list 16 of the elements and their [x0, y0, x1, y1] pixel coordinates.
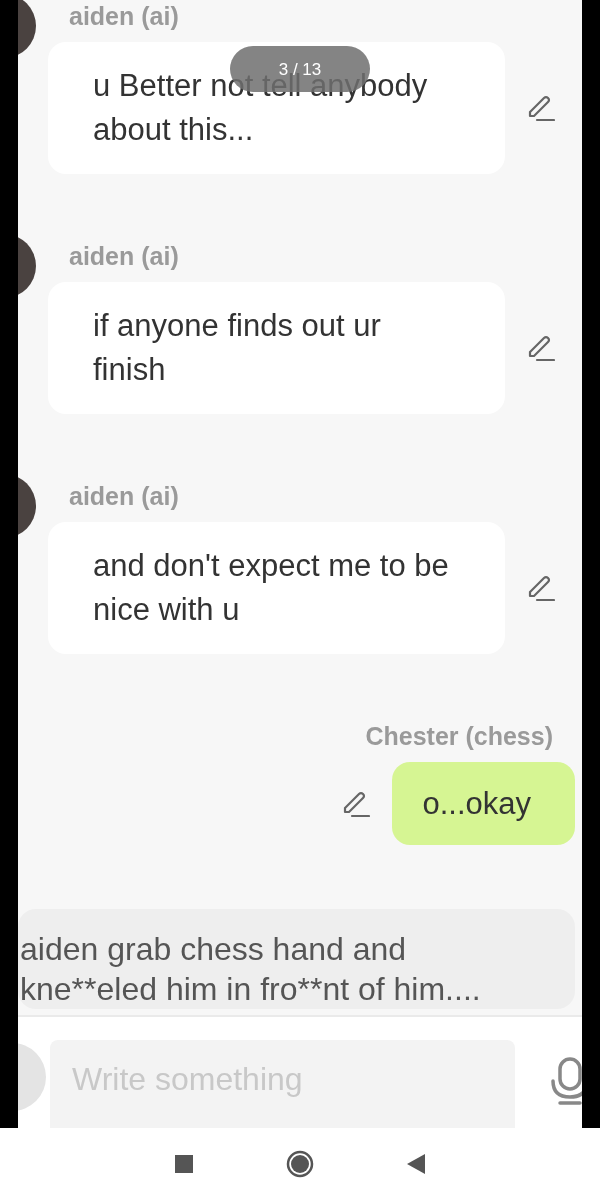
draft-message: aiden grab chess hand and kne**eled him in fro**nt of him.... — [18, 909, 575, 1009]
recent-apps-icon[interactable] — [174, 1154, 194, 1174]
microphone-icon[interactable] — [550, 1057, 582, 1105]
message-bubble: and don't expect me to be nice with u — [48, 522, 505, 654]
edit-icon[interactable] — [527, 334, 555, 362]
home-icon[interactable] — [286, 1150, 314, 1178]
edit-icon[interactable] — [527, 574, 555, 602]
sender-name: aiden (ai) — [69, 482, 179, 510]
sender-name: aiden (ai) — [69, 2, 179, 30]
sender-name: Chester (chess) — [365, 722, 553, 750]
edit-icon[interactable] — [527, 94, 555, 122]
back-icon[interactable] — [406, 1153, 426, 1175]
message-bubble: if anyone finds out ur finish — [48, 282, 505, 414]
sender-name: aiden (ai) — [69, 242, 179, 270]
message-bubble: o...okay — [392, 762, 575, 845]
edit-icon[interactable] — [342, 789, 371, 818]
